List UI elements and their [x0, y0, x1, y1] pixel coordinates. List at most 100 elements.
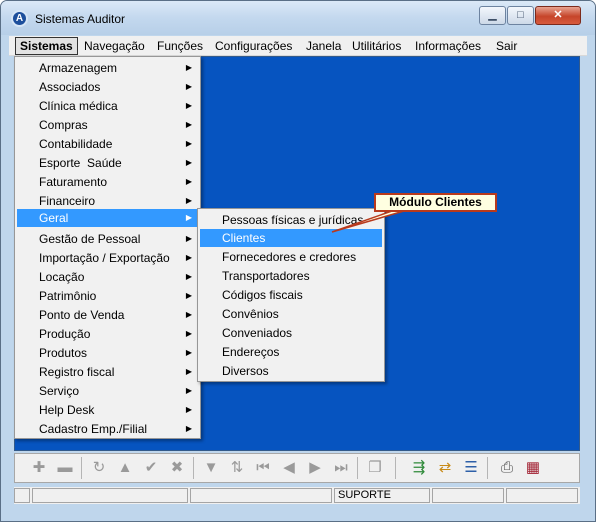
up-icon[interactable]: ▲ [115, 458, 135, 478]
submenu-arrow-icon: ▶ [185, 177, 192, 186]
menu-item-label: Patrimônio [39, 289, 97, 303]
status-panel-2 [32, 488, 188, 503]
submenu-arrow-icon: ▶ [185, 310, 192, 319]
menu-item-contabilidade[interactable]: Contabilidade ▶ [17, 135, 198, 153]
status-panel-5 [432, 488, 504, 503]
submenu-arrow-icon: ▶ [185, 272, 192, 281]
menu-item-gestao-de-pessoal[interactable]: Gestão de Pessoal ▶ [17, 230, 198, 248]
submenu-item-transportadores[interactable]: Transportadores [200, 267, 382, 285]
menu-item-label: Geral [39, 211, 69, 225]
next-icon[interactable]: ▶ [305, 458, 325, 478]
menu-sair[interactable]: Sair [492, 37, 521, 55]
submenu-item-fornecedores[interactable]: Fornecedores e credores [200, 248, 382, 266]
menu-item-clinica-medica[interactable]: Clínica médica ▶ [17, 97, 198, 115]
menu-item-registro-fiscal[interactable]: Registro fiscal ▶ [17, 363, 198, 381]
submenu-item-enderecos[interactable]: Endereços [200, 343, 382, 361]
submenu-item-diversos[interactable]: Diversos [200, 362, 382, 380]
submenu-item-conveniados[interactable]: Conveniados [200, 324, 382, 342]
submenu-arrow-icon: ▶ [185, 139, 192, 148]
menu-item-label: Financeiro [39, 194, 96, 208]
menu-item-associados[interactable]: Associados ▶ [17, 78, 198, 96]
window-title: Sistemas Auditor [35, 12, 126, 26]
menu-configuracoes[interactable]: Configurações [211, 37, 296, 55]
menu-navegacao[interactable]: Navegação [80, 37, 149, 55]
print-icon[interactable]: ⎙ [497, 458, 517, 478]
submenu-arrow-icon: ▶ [185, 253, 192, 262]
toolbar: ✚ ▬ ↻ ▲ ✔ ✖ ▼ ⇅ ⏮ ◀ ▶ ⏭ ❐ ⇶ ⇄ ☰ ⎙ ▦ [14, 453, 580, 483]
menu-item-financeiro[interactable]: Financeiro ▶ [17, 192, 198, 210]
submenu-arrow-icon: ▶ [185, 82, 192, 91]
minimize-button[interactable]: ▁ [479, 6, 506, 25]
submenu-arrow-icon: ▶ [185, 424, 192, 433]
list-icon[interactable]: ☰ [461, 458, 481, 478]
menu-item-label: Gestão de Pessoal [39, 232, 141, 246]
menu-informacoes[interactable]: Informações [411, 37, 485, 55]
menu-funcoes[interactable]: Funções [153, 37, 207, 55]
menu-item-geral[interactable]: Geral ▶ [17, 209, 198, 227]
confirm-icon[interactable]: ✔ [141, 458, 161, 478]
title-bar: A Sistemas Auditor ▁ □ ✕ [1, 1, 595, 35]
sort-icon[interactable]: ⇅ [227, 458, 247, 478]
status-panel-3 [190, 488, 332, 503]
submenu-arrow-icon: ▶ [185, 367, 192, 376]
submenu-arrow-icon: ▶ [185, 158, 192, 167]
status-panel-6 [506, 488, 578, 503]
menu-item-importacao-exportacao[interactable]: Importação / Exportação ▶ [17, 249, 198, 267]
submenu-item-clientes[interactable]: Clientes [200, 229, 382, 247]
menu-item-patrimonio[interactable]: Patrimônio ▶ [17, 287, 198, 305]
menu-item-label: Associados [39, 80, 101, 94]
filter-icon[interactable]: ▼ [201, 458, 221, 478]
status-panel-1 [14, 488, 30, 503]
maximize-button[interactable]: □ [507, 6, 534, 25]
submenu-item-codigos-fiscais[interactable]: Códigos fiscais [200, 286, 382, 304]
export-icon[interactable]: ⇶ [409, 458, 429, 478]
menu-item-ponto-de-venda[interactable]: Ponto de Venda ▶ [17, 306, 198, 324]
toolbar-separator [193, 457, 194, 479]
cancel-icon[interactable]: ✖ [167, 458, 187, 478]
menu-item-label: Registro fiscal [39, 365, 115, 379]
menu-utilitarios[interactable]: Utilitários [348, 37, 405, 55]
submenu-arrow-icon: ▶ [185, 291, 192, 300]
menu-item-servico[interactable]: Serviço ▶ [17, 382, 198, 400]
prev-icon[interactable]: ◀ [279, 458, 299, 478]
first-icon[interactable]: ⏮ [253, 458, 273, 478]
submenu-arrow-icon: ▶ [185, 196, 192, 205]
menu-item-esporte-saude[interactable]: Esporte Saúde ▶ [17, 154, 198, 172]
menu-item-label: Locação [39, 270, 85, 284]
import-icon[interactable]: ⇄ [435, 458, 455, 478]
add-icon[interactable]: ✚ [29, 458, 49, 478]
submenu-arrow-icon: ▶ [185, 101, 192, 110]
toolbar-separator [395, 457, 396, 479]
submenu-arrow-icon: ▶ [185, 63, 192, 72]
menu-item-armazenagem[interactable]: Armazenagem ▶ [17, 59, 198, 77]
menu-janela[interactable]: Janela [302, 37, 345, 55]
menu-item-label: Esporte Saúde [39, 156, 122, 170]
menu-item-locacao[interactable]: Locação ▶ [17, 268, 198, 286]
last-icon[interactable]: ⏭ [331, 458, 351, 478]
submenu-item-convenios[interactable]: Convênios [200, 305, 382, 323]
submenu-arrow-icon: ▶ [185, 234, 192, 243]
copy-icon[interactable]: ❐ [365, 458, 385, 478]
menu-item-producao[interactable]: Produção ▶ [17, 325, 198, 343]
menu-item-produtos[interactable]: Produtos ▶ [17, 344, 198, 362]
menu-item-help-desk[interactable]: Help Desk ▶ [17, 401, 198, 419]
remove-icon[interactable]: ▬ [55, 458, 75, 478]
menu-sistemas[interactable]: Sistemas [15, 37, 78, 55]
menu-item-label: Ponto de Venda [39, 308, 125, 322]
menu-item-compras[interactable]: Compras ▶ [17, 116, 198, 134]
refresh-icon[interactable]: ↻ [89, 458, 109, 478]
menu-item-cadastro-emp-filial[interactable]: Cadastro Emp./Filial ▶ [17, 420, 198, 438]
submenu-arrow-icon: ▶ [185, 386, 192, 395]
calendar-icon[interactable]: ▦ [523, 458, 543, 478]
menu-item-label: Serviço [39, 384, 80, 398]
menu-item-label: Compras [39, 118, 88, 132]
menu-item-faturamento[interactable]: Faturamento ▶ [17, 173, 198, 191]
menu-item-label: Armazenagem [39, 61, 118, 75]
close-button[interactable]: ✕ [535, 6, 581, 25]
status-bar: SUPORTE [14, 487, 580, 504]
submenu-item-pessoas[interactable]: Pessoas físicas e jurídicas [200, 211, 382, 229]
sistemas-menu: Armazenagem ▶ Associados ▶ Clínica médica ▶… [14, 56, 201, 439]
toolbar-separator [487, 457, 488, 479]
submenu-arrow-icon: ▶ [185, 329, 192, 338]
geral-submenu: Pessoas físicas e jurídicas Clientes For… [197, 208, 385, 382]
